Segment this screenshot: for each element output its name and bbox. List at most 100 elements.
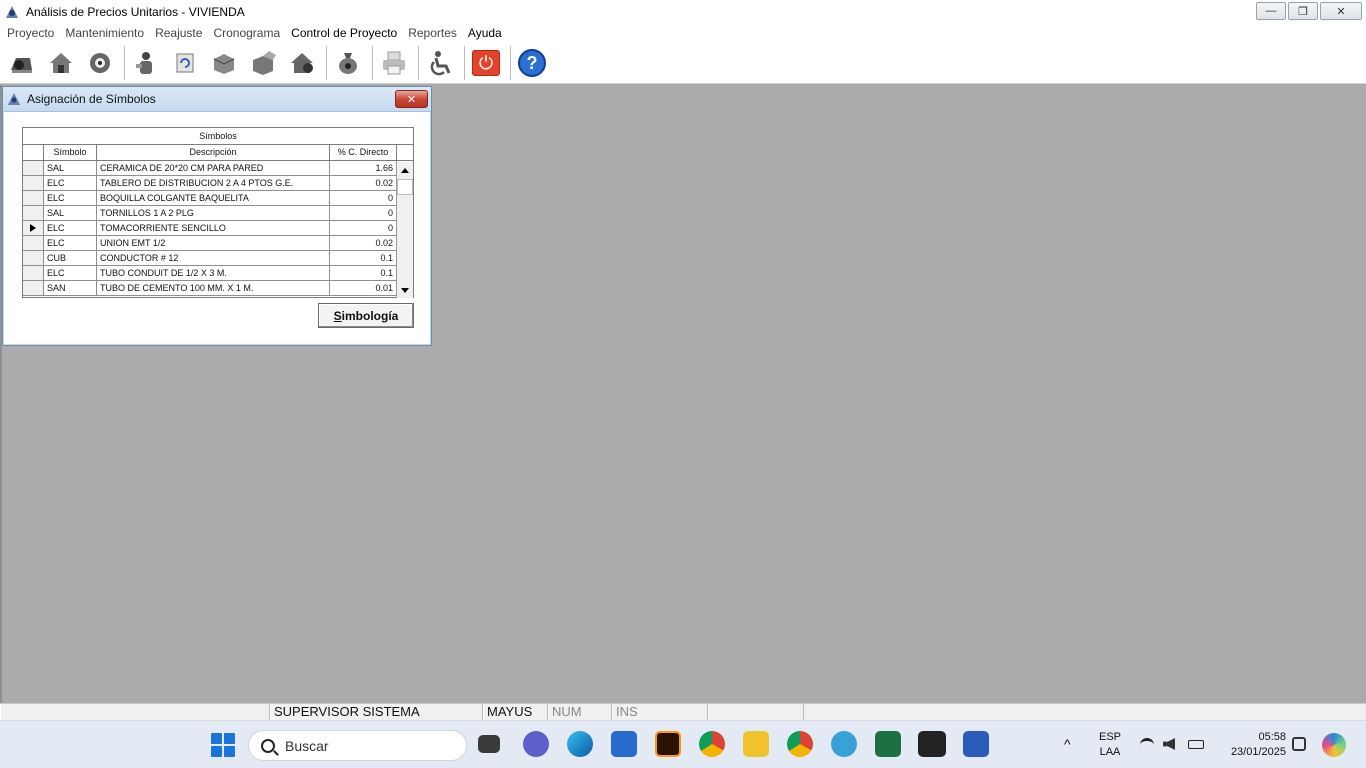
table-row[interactable]: SAL TORNILLOS 1 A 2 PLG 0 — [23, 206, 413, 221]
worker-button[interactable] — [128, 45, 164, 81]
cell-description[interactable]: TABLERO DE DISTRIBUCION 2 A 4 PTOS G.E. — [97, 176, 330, 190]
minimize-button[interactable]: — — [1256, 2, 1286, 20]
cell-description[interactable]: TUBO DE CEMENTO 100 MM. X 1 M. — [97, 281, 330, 295]
cell-description[interactable]: CONDUCTOR # 12 — [97, 251, 330, 265]
row-indicator[interactable] — [23, 191, 44, 205]
cell-percent[interactable]: 0 — [330, 191, 397, 205]
edge-icon[interactable] — [567, 731, 593, 757]
scroll-thumb[interactable] — [397, 179, 413, 195]
cell-description[interactable]: UNION EMT 1/2 — [97, 236, 330, 250]
illustrator-icon[interactable] — [655, 731, 681, 757]
help-button[interactable]: ? — [514, 45, 550, 81]
simbologia-button[interactable]: Simbología — [318, 303, 414, 328]
box-open-button[interactable] — [245, 45, 281, 81]
cell-description[interactable]: BOQUILLA COLGANTE BAQUELITA — [97, 191, 330, 205]
app-gear-icon[interactable] — [831, 731, 857, 757]
header-percent[interactable]: % C. Directo — [330, 145, 397, 160]
table-row[interactable]: SAL CERAMICA DE 20*20 CM PARA PARED 1.66 — [23, 161, 413, 176]
header-symbol[interactable]: Símbolo — [44, 145, 97, 160]
house-price-button[interactable] — [284, 45, 320, 81]
restore-button[interactable]: ❐ — [1288, 2, 1318, 20]
chrome-icon[interactable] — [699, 731, 725, 757]
close-button[interactable]: ✕ — [1320, 2, 1362, 20]
cell-symbol[interactable]: SAL — [44, 161, 97, 175]
cell-symbol[interactable]: CUB — [44, 251, 97, 265]
row-indicator[interactable] — [23, 206, 44, 220]
row-indicator[interactable] — [23, 161, 44, 175]
wifi-icon[interactable] — [1140, 738, 1154, 748]
open-project-button[interactable] — [4, 45, 40, 81]
cell-symbol[interactable]: ELC — [44, 191, 97, 205]
menu-control-proyecto[interactable]: Control de Proyecto — [287, 26, 404, 40]
accessibility-button[interactable] — [422, 45, 458, 81]
word-icon[interactable] — [963, 731, 989, 757]
cell-symbol[interactable]: SAL — [44, 206, 97, 220]
cell-percent[interactable]: 1.66 — [330, 161, 397, 175]
copilot-icon[interactable] — [1322, 733, 1346, 757]
header-description[interactable]: Descripción — [97, 145, 330, 160]
clock[interactable]: 05:58 23/01/2025 — [1218, 730, 1286, 760]
menu-proyecto[interactable]: Proyecto — [3, 26, 61, 40]
row-indicator[interactable] — [23, 221, 44, 235]
row-indicator[interactable] — [23, 176, 44, 190]
cell-percent[interactable]: 0.1 — [330, 251, 397, 265]
cell-percent[interactable]: 0.1 — [330, 266, 397, 280]
house-button[interactable] — [43, 45, 79, 81]
table-row-selected[interactable]: ELC TOMACORRIENTE SENCILLO 0 — [23, 221, 413, 236]
cell-symbol[interactable]: ELC — [44, 176, 97, 190]
scroll-up-button[interactable] — [397, 162, 413, 178]
settings-button[interactable] — [82, 45, 118, 81]
cell-percent[interactable]: 0.01 — [330, 281, 397, 295]
menu-cronograma[interactable]: Cronograma — [209, 26, 287, 40]
windows-start-icon[interactable] — [211, 733, 235, 757]
task-view-icon[interactable] — [478, 735, 500, 753]
symbols-grid[interactable]: Símbolos Símbolo Descripción % C. Direct… — [22, 127, 414, 298]
exit-button[interactable]: ⏻ — [468, 45, 504, 81]
cell-symbol[interactable]: ELC — [44, 266, 97, 280]
scroll-down-button[interactable] — [397, 282, 413, 298]
cell-description[interactable]: CERAMICA DE 20*20 CM PARA PARED — [97, 161, 330, 175]
apu-app-icon[interactable] — [918, 731, 946, 757]
menu-mantenimiento[interactable]: Mantenimiento — [61, 26, 151, 40]
print-button[interactable] — [376, 45, 412, 81]
table-row[interactable]: SAN TUBO DE CEMENTO 100 MM. X 1 M. 0.01 — [23, 281, 413, 296]
table-row[interactable]: ELC BOQUILLA COLGANTE BAQUELITA 0 — [23, 191, 413, 206]
battery-icon[interactable] — [1188, 740, 1204, 749]
menu-reajuste[interactable]: Reajuste — [151, 26, 209, 40]
cell-description[interactable]: TUBO CONDUIT DE 1/2 X 3 M. — [97, 266, 330, 280]
menu-ayuda[interactable]: Ayuda — [464, 26, 509, 40]
cell-description-editing[interactable]: TOMACORRIENTE SENCILLO — [97, 221, 330, 235]
language-indicator[interactable]: ESP LAA — [1096, 730, 1124, 760]
cell-percent[interactable]: 0.02 — [330, 176, 397, 190]
box-button[interactable] — [206, 45, 242, 81]
taskbar-search[interactable]: Buscar — [248, 730, 467, 761]
cell-percent[interactable]: 0 — [330, 221, 397, 235]
teams-icon[interactable] — [523, 731, 549, 757]
refresh-button[interactable] — [167, 45, 203, 81]
store-icon[interactable] — [611, 731, 637, 757]
row-indicator[interactable] — [23, 251, 44, 265]
notification-icon[interactable] — [1292, 737, 1306, 751]
cell-percent[interactable]: 0 — [330, 206, 397, 220]
cell-description[interactable]: TORNILLOS 1 A 2 PLG — [97, 206, 330, 220]
chrome-profile-icon[interactable] — [787, 731, 813, 757]
excel-icon[interactable] — [875, 731, 901, 757]
money-button[interactable] — [330, 45, 366, 81]
chevron-up-icon[interactable]: ^ — [1064, 737, 1071, 752]
grid-scrollbar[interactable] — [396, 162, 413, 298]
menu-reportes[interactable]: Reportes — [404, 26, 464, 40]
table-row[interactable]: CUB CONDUCTOR # 12 0.1 — [23, 251, 413, 266]
cell-symbol[interactable]: ELC — [44, 221, 97, 235]
row-indicator[interactable] — [23, 236, 44, 250]
cell-symbol[interactable]: ELC — [44, 236, 97, 250]
row-indicator[interactable] — [23, 281, 44, 295]
table-row[interactable]: ELC UNION EMT 1/2 0.02 — [23, 236, 413, 251]
table-row[interactable]: ELC TABLERO DE DISTRIBUCION 2 A 4 PTOS G… — [23, 176, 413, 191]
volume-icon[interactable] — [1163, 738, 1175, 750]
file-explorer-icon[interactable] — [743, 731, 769, 757]
dialog-close-button[interactable]: ✕ — [395, 90, 428, 108]
row-indicator[interactable] — [23, 266, 44, 280]
cell-symbol[interactable]: SAN — [44, 281, 97, 295]
cell-percent[interactable]: 0.02 — [330, 236, 397, 250]
table-row[interactable]: ELC TUBO CONDUIT DE 1/2 X 3 M. 0.1 — [23, 266, 413, 281]
